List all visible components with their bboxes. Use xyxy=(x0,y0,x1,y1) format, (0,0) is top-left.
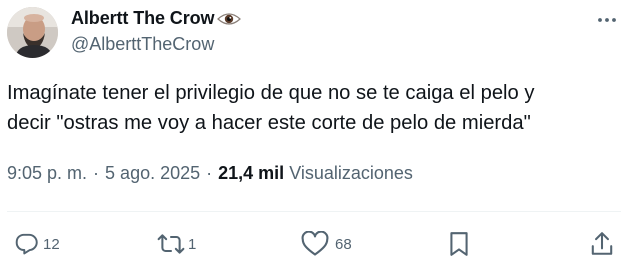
author-display-name[interactable]: Albertt The Crow xyxy=(71,8,215,29)
bookmark-icon xyxy=(450,232,468,256)
retweet-icon xyxy=(157,234,185,254)
author-name-row: Albertt The Crow xyxy=(71,8,242,29)
retweet-button[interactable]: 1 xyxy=(157,229,196,259)
meta-separator: · xyxy=(93,163,100,183)
tweet-meta: 9:05 p. m. · 5 ago. 2025 · 21,4 mil Visu… xyxy=(7,163,413,184)
heart-icon xyxy=(301,231,329,256)
tweet-date[interactable]: 5 ago. 2025 xyxy=(105,163,200,184)
tweet-card: Albertt The Crow @AlberttTheCrow Imagína… xyxy=(0,0,629,280)
tweet-text: Imagínate tener el privilegio de que no … xyxy=(7,78,619,138)
bookmark-button[interactable] xyxy=(448,229,470,259)
share-button[interactable] xyxy=(590,229,614,259)
author-handle[interactable]: @AlberttTheCrow xyxy=(71,34,214,55)
eye-icon xyxy=(217,12,242,26)
views-label: Visualizaciones xyxy=(289,163,413,183)
like-count: 68 xyxy=(335,235,352,253)
more-dots-icon xyxy=(598,18,616,22)
retweet-count: 1 xyxy=(188,235,197,253)
tweet-text-line: Imagínate tener el privilegio de que no … xyxy=(7,82,535,104)
divider xyxy=(7,211,621,212)
more-options-button[interactable] xyxy=(592,10,622,30)
like-button[interactable]: 68 xyxy=(301,229,352,259)
views-count: 21,4 mil xyxy=(218,163,285,183)
avatar-image xyxy=(7,7,58,58)
reply-icon xyxy=(15,233,38,255)
tweet-time[interactable]: 9:05 p. m. xyxy=(7,163,87,184)
meta-separator: · xyxy=(206,163,213,183)
avatar[interactable] xyxy=(7,7,58,58)
share-icon xyxy=(591,232,613,255)
tweet-text-line: decir "ostras me voy a hacer este corte … xyxy=(7,112,531,134)
reply-count: 12 xyxy=(43,235,60,253)
reply-button[interactable]: 12 xyxy=(14,229,60,259)
